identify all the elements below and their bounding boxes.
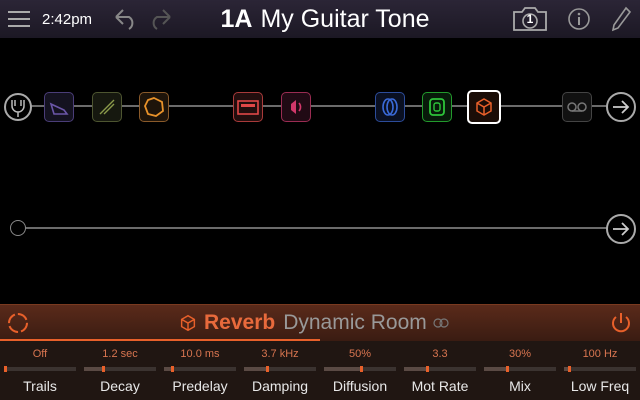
param-label: Diffusion xyxy=(332,378,388,394)
dynamics-icon xyxy=(144,97,164,117)
param-label: Damping xyxy=(251,378,309,394)
preset-title[interactable]: 1A My Guitar Tone xyxy=(190,0,460,38)
param-decay[interactable]: 1.2 sec Decay xyxy=(80,340,160,400)
param-slider[interactable] xyxy=(484,366,556,372)
input-block[interactable] xyxy=(4,93,32,121)
param-slider[interactable] xyxy=(244,366,316,372)
model-name: Dynamic Room xyxy=(283,311,427,334)
param-slider[interactable] xyxy=(84,366,156,372)
looper-block[interactable] xyxy=(562,92,592,122)
param-slider[interactable] xyxy=(404,366,476,372)
menu-icon[interactable] xyxy=(6,0,32,38)
block-editor: Reverb Dynamic Room Off Trails 1.2 sec D… xyxy=(0,304,640,400)
param-predelay[interactable]: 10.0 ms Predelay xyxy=(160,340,240,400)
preset-name: My Guitar Tone xyxy=(260,4,430,33)
param-slider[interactable] xyxy=(164,366,236,372)
delay-icon xyxy=(429,98,445,116)
looper-icon xyxy=(567,102,587,112)
top-bar: 2:42pm 1A My Guitar Tone 1 xyxy=(0,0,640,38)
reverb-block[interactable] xyxy=(467,90,501,124)
path-2-line xyxy=(24,227,614,229)
amp-block[interactable] xyxy=(233,92,263,122)
param-mot-rate[interactable]: 3.3 Mot Rate xyxy=(400,340,480,400)
clock-time: 2:42pm xyxy=(42,10,93,28)
output-arrow-icon xyxy=(613,222,630,236)
info-icon[interactable] xyxy=(566,0,592,38)
param-slider[interactable] xyxy=(564,366,636,372)
param-value: 100 Hz xyxy=(582,348,618,360)
redo-icon[interactable] xyxy=(146,0,174,38)
param-trails[interactable]: Off Trails xyxy=(0,340,80,400)
param-mix[interactable]: 30% Mix xyxy=(480,340,560,400)
snapshot-number: 1 xyxy=(526,12,534,26)
param-value: Off xyxy=(32,348,48,360)
amp-icon xyxy=(237,100,259,115)
block-type-selector-icon[interactable] xyxy=(6,311,30,335)
modulation-icon xyxy=(382,98,398,116)
dynamics-block[interactable] xyxy=(139,92,169,122)
model-selector[interactable]: Reverb Dynamic Room xyxy=(178,305,449,341)
param-value: 10.0 ms xyxy=(180,348,220,360)
signal-flow-canvas xyxy=(0,38,640,304)
param-damping[interactable]: 3.7 kHz Damping xyxy=(240,340,320,400)
param-slider[interactable] xyxy=(4,366,76,372)
reverb-icon xyxy=(180,314,196,332)
modulation-block[interactable] xyxy=(375,92,405,122)
delay-block[interactable] xyxy=(422,92,452,122)
param-label: Mix xyxy=(509,378,531,394)
tuner-icon[interactable] xyxy=(608,0,634,38)
undo-icon[interactable] xyxy=(112,0,140,38)
editor-header: Reverb Dynamic Room xyxy=(0,304,640,341)
param-value: 30% xyxy=(508,348,532,360)
reverb-icon xyxy=(476,98,492,116)
input-icon xyxy=(11,100,25,117)
param-slider[interactable] xyxy=(324,366,396,372)
param-label: Decay xyxy=(100,378,140,394)
param-diffusion[interactable]: 50% Diffusion xyxy=(320,340,400,400)
wah-pedal-icon xyxy=(49,102,69,115)
param-label: Mot Rate xyxy=(411,378,469,394)
param-value: 3.7 kHz xyxy=(261,348,299,360)
output-arrow-icon xyxy=(613,100,630,114)
param-value: 1.2 sec xyxy=(102,348,138,360)
speaker-icon xyxy=(291,100,302,114)
param-value: 3.3 xyxy=(432,348,448,360)
path-2-input-point[interactable] xyxy=(10,220,26,236)
snapshot-button[interactable]: 1 xyxy=(510,0,550,38)
param-label: Trails xyxy=(23,378,57,394)
wah-block[interactable] xyxy=(44,92,74,122)
parameter-row: Off Trails 1.2 sec Decay 10.0 ms Predela… xyxy=(0,340,640,400)
drive-icon xyxy=(99,99,115,115)
cab-block[interactable] xyxy=(281,92,311,122)
stereo-link-icon xyxy=(433,318,449,328)
param-low-freq[interactable]: 100 Hz Low Freq xyxy=(560,340,640,400)
param-label: Predelay xyxy=(172,378,228,394)
bypass-power-icon[interactable] xyxy=(609,311,633,335)
model-category: Reverb xyxy=(204,311,276,334)
output-block[interactable] xyxy=(606,92,636,122)
path-2-output-block[interactable] xyxy=(606,214,636,244)
preset-number: 1A xyxy=(220,4,253,33)
param-value: 50% xyxy=(348,348,372,360)
param-label: Low Freq xyxy=(570,378,630,394)
drive-block[interactable] xyxy=(92,92,122,122)
